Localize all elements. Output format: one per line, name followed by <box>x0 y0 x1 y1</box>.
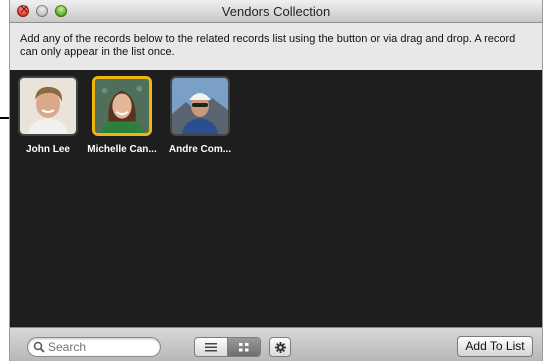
vendors-collection-window: Vendors Collection Add any of the record… <box>10 0 542 361</box>
record-photo-michelle <box>92 76 152 136</box>
record-tile-michelle[interactable]: Michelle Can... <box>86 76 158 155</box>
grid-view-icon <box>239 342 249 351</box>
search-input[interactable] <box>48 339 152 354</box>
list-view-button[interactable] <box>195 338 227 356</box>
record-name: Michelle Can... <box>87 144 157 155</box>
record-name: Andre Com... <box>168 144 232 155</box>
record-name: John Lee <box>26 144 70 155</box>
person-photo-icon <box>172 78 228 134</box>
settings-button[interactable] <box>269 337 291 357</box>
record-tile-john-lee[interactable]: John Lee <box>12 76 84 155</box>
record-tile-andre[interactable]: Andre Com... <box>164 76 236 155</box>
search-field[interactable] <box>27 337 161 357</box>
window-title: Vendors Collection <box>221 4 331 19</box>
record-photo-andre <box>170 76 230 136</box>
record-photo-john-lee <box>18 76 78 136</box>
person-photo-icon <box>20 78 76 134</box>
instructions-text: Add any of the records below to the rela… <box>20 33 516 58</box>
grid-view-button[interactable] <box>227 338 260 356</box>
list-view-icon <box>205 342 217 351</box>
gear-icon <box>274 341 286 353</box>
bottom-toolbar: Add To List <box>10 327 542 361</box>
view-mode-toggle <box>194 337 261 357</box>
add-to-list-button[interactable]: Add To List <box>457 336 533 357</box>
record-browser[interactable]: John Lee Michelle Can... Andre Com... <box>10 70 542 327</box>
search-icon <box>33 341 45 353</box>
person-photo-icon <box>95 79 149 133</box>
title-bar[interactable]: Vendors Collection <box>10 0 542 23</box>
